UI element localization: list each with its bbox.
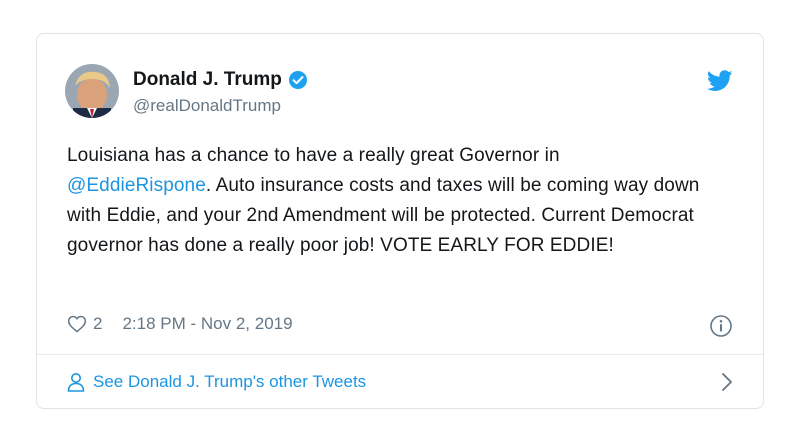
see-other-tweets-label[interactable]: See Donald J. Trump's other Tweets xyxy=(93,372,366,392)
tweet-meta: 2 2:18 PM - Nov 2, 2019 xyxy=(67,314,293,334)
heart-icon[interactable] xyxy=(67,314,87,334)
info-icon[interactable] xyxy=(709,314,733,338)
see-other-tweets-link[interactable]: See Donald J. Trump's other Tweets xyxy=(67,354,733,408)
author-handle[interactable]: @realDonaldTrump xyxy=(133,96,281,116)
tweet-text: Louisiana has a chance to have a really … xyxy=(67,141,737,261)
mention-link[interactable]: @EddieRispone xyxy=(67,175,206,196)
author-display-name[interactable]: Donald J. Trump xyxy=(133,69,282,91)
tweet-card: Donald J. Trump @realDonaldTrump Louisia… xyxy=(36,33,764,409)
tweet-timestamp[interactable]: 2:18 PM - Nov 2, 2019 xyxy=(122,314,292,334)
twitter-bird-icon[interactable] xyxy=(706,70,733,92)
verified-badge-icon xyxy=(288,70,308,90)
author-name-row[interactable]: Donald J. Trump xyxy=(133,69,308,91)
person-icon xyxy=(67,372,85,392)
tweet-text-part1: Louisiana has a chance to have a really … xyxy=(67,145,560,166)
like-count[interactable]: 2 xyxy=(93,314,102,334)
chevron-right-icon[interactable] xyxy=(721,372,733,392)
avatar[interactable] xyxy=(65,64,119,118)
